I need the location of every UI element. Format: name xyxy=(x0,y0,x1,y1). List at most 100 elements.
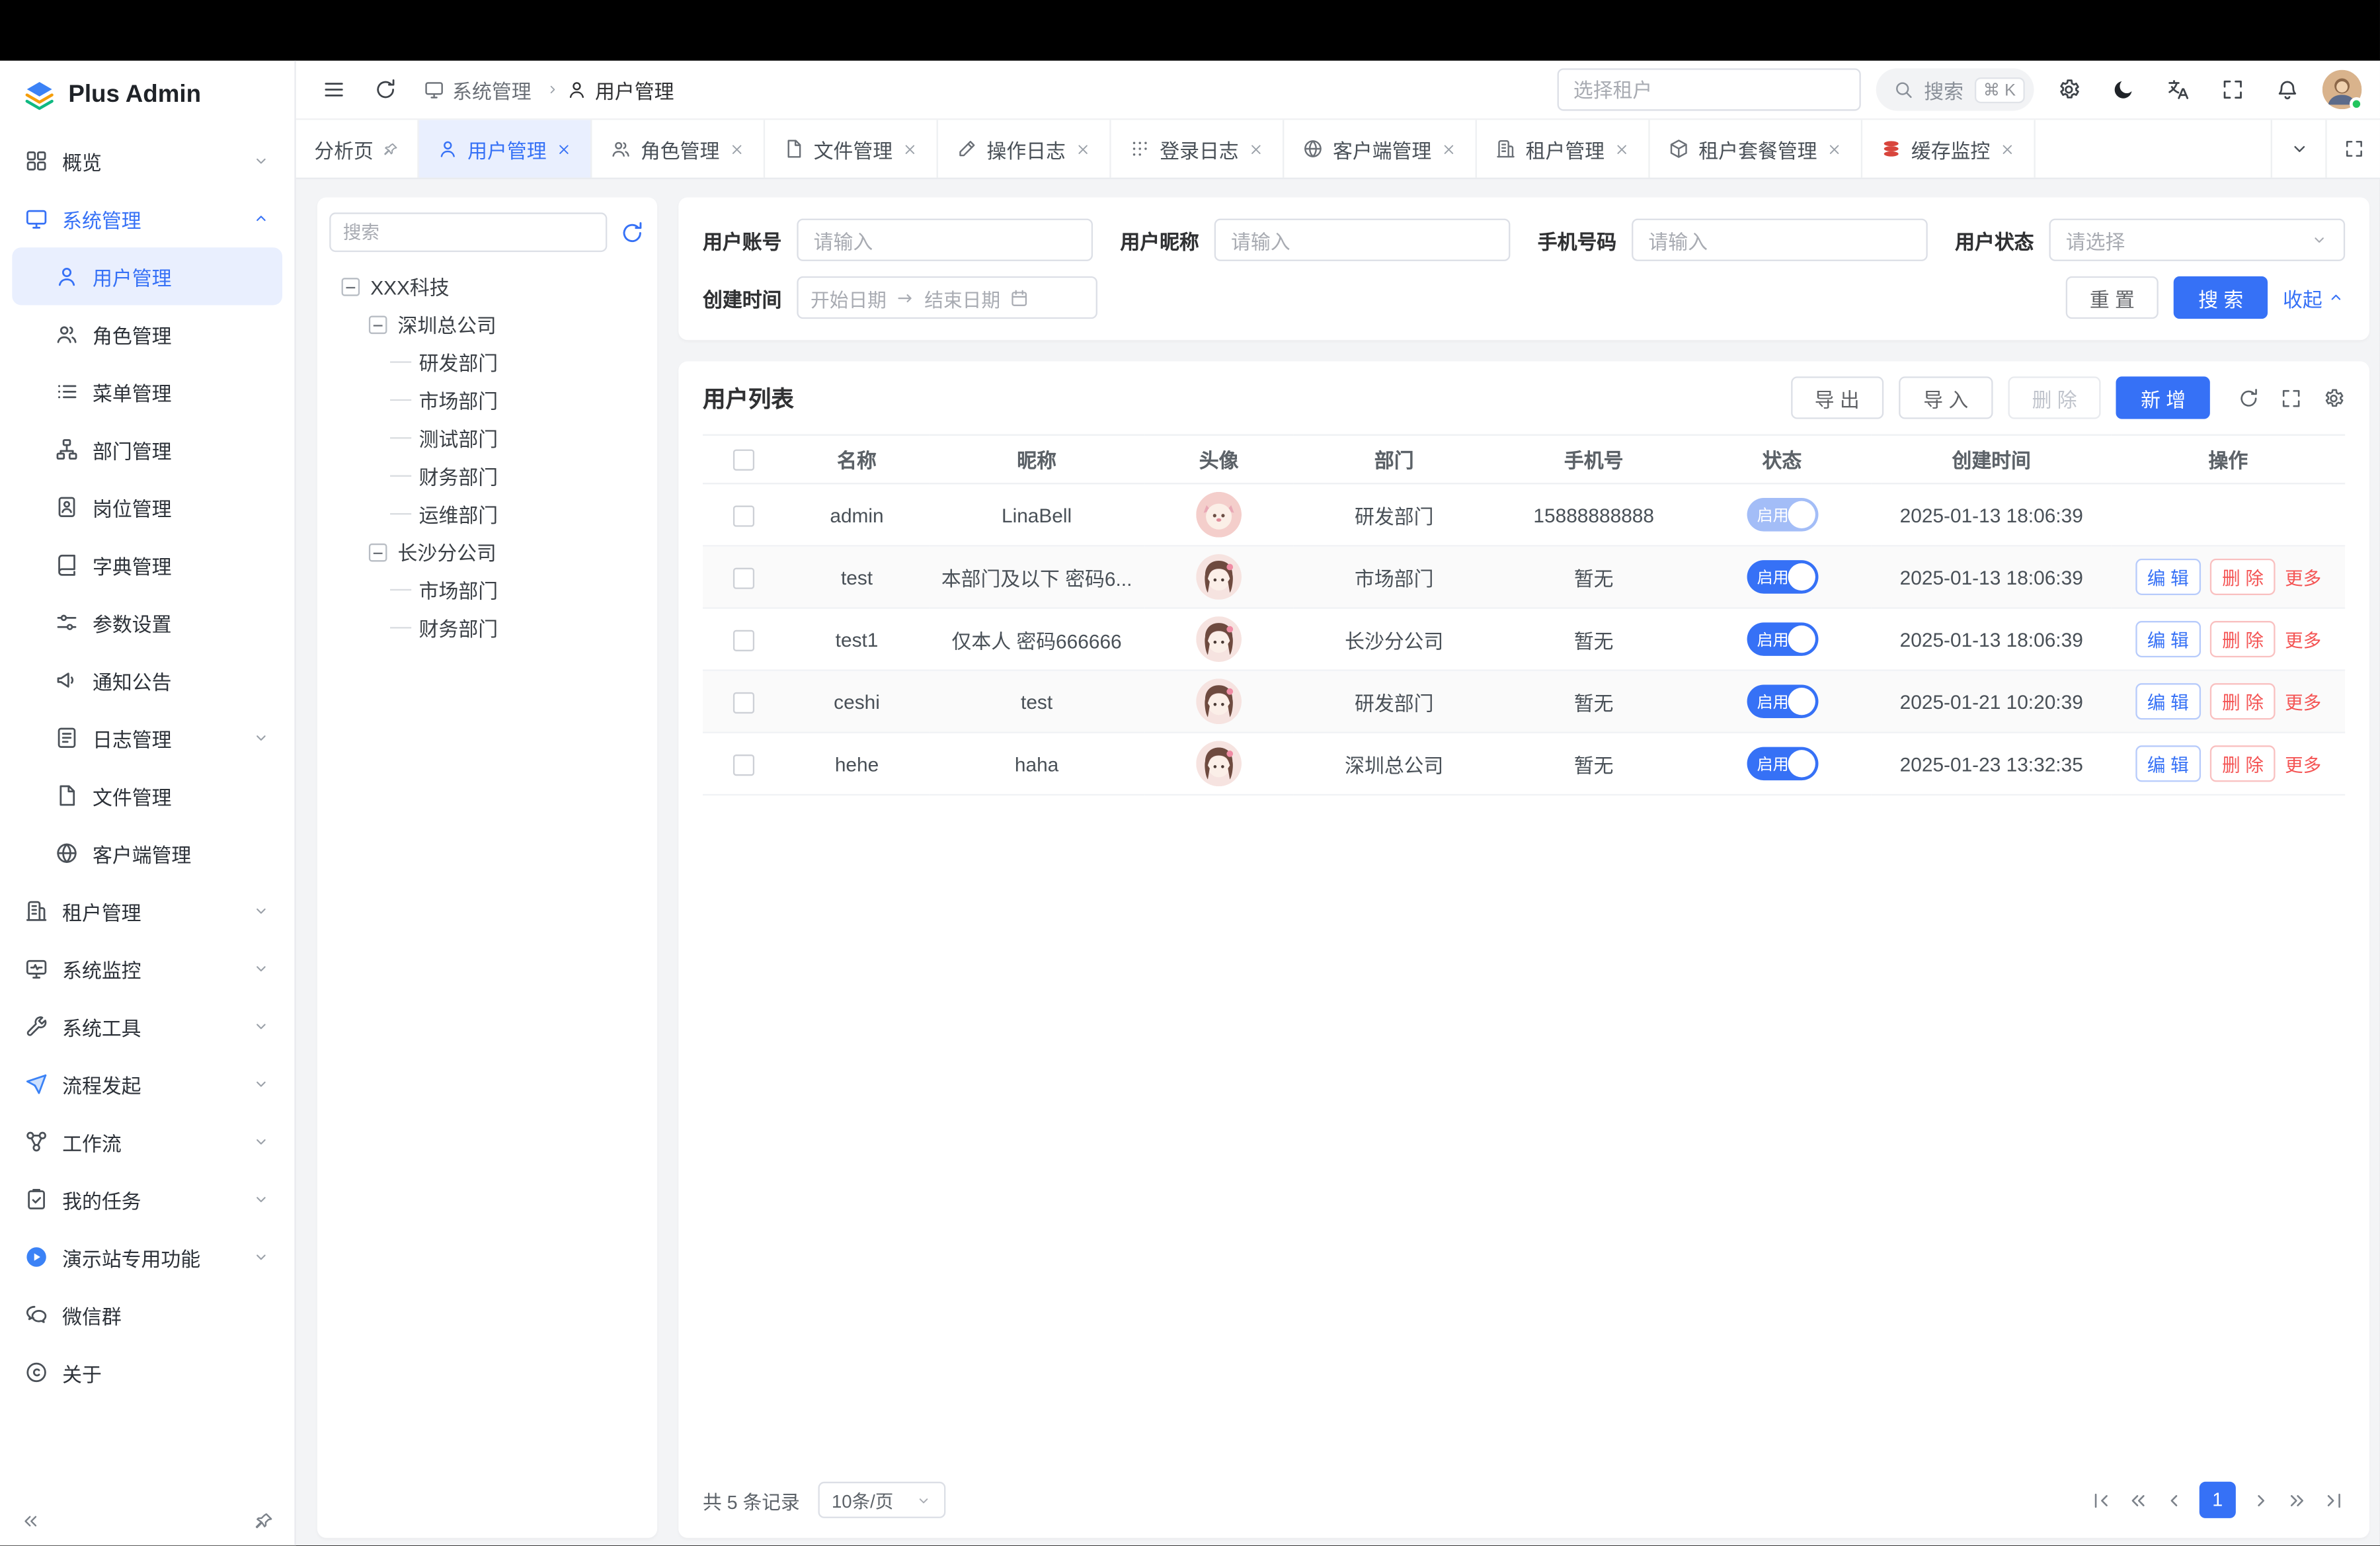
tree-refresh-icon[interactable] xyxy=(619,220,645,245)
filter-input[interactable]: 请输入 xyxy=(1214,219,1511,261)
close-tab-icon[interactable] xyxy=(1826,140,1843,157)
more-button[interactable]: 更多 xyxy=(2285,688,2321,714)
tree-node[interactable]: 财务部门 xyxy=(329,609,645,647)
user-avatar[interactable] xyxy=(2322,70,2362,110)
delete-button[interactable]: 删 除 xyxy=(2210,745,2276,782)
first-page-icon[interactable] xyxy=(2090,1488,2112,1511)
sidebar-item[interactable]: 字典管理 xyxy=(12,536,282,593)
global-search[interactable]: 搜索 ⌘ K xyxy=(1876,68,2034,110)
sidebar-item[interactable]: 通知公告 xyxy=(12,651,282,709)
sidebar-item[interactable]: 系统工具 xyxy=(12,997,282,1055)
delete-button[interactable]: 删 除 xyxy=(2210,621,2276,657)
date-range-input[interactable]: 开始日期 结束日期 xyxy=(797,276,1097,319)
theme-toggle-button[interactable] xyxy=(2104,70,2143,110)
notifications-button[interactable] xyxy=(2268,70,2307,110)
tenant-select-input[interactable] xyxy=(1557,68,1860,110)
sidebar-item[interactable]: 参数设置 xyxy=(12,594,282,651)
more-button[interactable]: 更多 xyxy=(2285,564,2321,590)
status-toggle[interactable]: 启用 xyxy=(1746,560,1817,594)
close-tab-icon[interactable] xyxy=(1614,140,1630,157)
last-page-icon[interactable] xyxy=(2322,1488,2345,1511)
delete-button[interactable]: 删 除 xyxy=(2210,559,2276,595)
sidebar-item[interactable]: 概览 xyxy=(12,132,282,190)
sidebar-item[interactable]: 部门管理 xyxy=(12,421,282,478)
tree-node[interactable]: 深圳总公司 xyxy=(329,305,645,343)
filter-input[interactable]: 请输入 xyxy=(1632,219,1928,261)
sidebar-item[interactable]: 微信群 xyxy=(12,1286,282,1344)
tree-node[interactable]: 测试部门 xyxy=(329,419,645,457)
export-button[interactable]: 导 出 xyxy=(1790,376,1884,419)
tab[interactable]: 分析页 xyxy=(296,120,419,177)
tab-list-dropdown-button[interactable] xyxy=(2271,120,2326,177)
pin-sidebar-icon[interactable] xyxy=(253,1510,274,1531)
row-checkbox[interactable] xyxy=(733,505,754,526)
prev-5-pages-icon[interactable] xyxy=(2127,1488,2149,1511)
tree-node[interactable]: 运维部门 xyxy=(329,495,645,532)
current-page[interactable]: 1 xyxy=(2200,1482,2236,1518)
prev-page-icon[interactable] xyxy=(2163,1488,2186,1511)
row-checkbox[interactable] xyxy=(733,754,754,776)
status-toggle[interactable]: 启用 xyxy=(1746,747,1817,781)
refresh-page-button[interactable] xyxy=(366,70,405,110)
close-tab-icon[interactable] xyxy=(1441,140,1457,157)
sidebar-item[interactable]: 客户端管理 xyxy=(12,825,282,882)
close-tab-icon[interactable] xyxy=(902,140,918,157)
table-fullscreen-icon[interactable] xyxy=(2280,386,2302,409)
content-fullscreen-button[interactable] xyxy=(2325,120,2380,177)
sidebar-item[interactable]: 演示站专用功能 xyxy=(12,1228,282,1285)
status-toggle[interactable]: 启用 xyxy=(1746,622,1817,656)
tab[interactable]: 操作日志 xyxy=(938,120,1111,177)
close-tab-icon[interactable] xyxy=(555,140,572,157)
tree-collapse-icon[interactable] xyxy=(369,543,387,561)
language-button[interactable] xyxy=(2159,70,2198,110)
reset-button[interactable]: 重 置 xyxy=(2065,276,2159,319)
more-button[interactable]: 更多 xyxy=(2285,751,2321,776)
sidebar-item[interactable]: 岗位管理 xyxy=(12,478,282,536)
edit-button[interactable]: 编 辑 xyxy=(2135,745,2202,782)
more-button[interactable]: 更多 xyxy=(2285,626,2321,652)
sidebar-item[interactable]: 租户管理 xyxy=(12,882,282,940)
search-button[interactable]: 搜 索 xyxy=(2174,276,2268,319)
refresh-table-icon[interactable] xyxy=(2237,386,2260,409)
tree-node[interactable]: 市场部门 xyxy=(329,571,645,608)
tree-node[interactable]: XXX科技 xyxy=(329,267,645,305)
breadcrumb-item[interactable]: 系统管理 xyxy=(424,75,561,104)
collapse-sidebar-icon[interactable] xyxy=(20,1510,41,1531)
sidebar-item[interactable]: 菜单管理 xyxy=(12,363,282,421)
tree-node[interactable]: 市场部门 xyxy=(329,381,645,419)
add-user-button[interactable]: 新 增 xyxy=(2116,376,2209,419)
tab[interactable]: 租户套餐管理 xyxy=(1650,120,1862,177)
row-checkbox[interactable] xyxy=(733,630,754,651)
filter-input[interactable]: 请选择 xyxy=(2049,219,2346,261)
sidebar-item[interactable]: 角色管理 xyxy=(12,305,282,362)
tree-node[interactable]: 研发部门 xyxy=(329,343,645,381)
sidebar-item[interactable]: 关于 xyxy=(12,1344,282,1401)
sidebar-item[interactable]: 流程发起 xyxy=(12,1055,282,1113)
tab[interactable]: 客户端管理 xyxy=(1285,120,1478,177)
row-checkbox[interactable] xyxy=(733,567,754,589)
sidebar-item[interactable]: 用户管理 xyxy=(12,247,282,305)
menu-toggle-button[interactable] xyxy=(314,70,354,110)
sidebar-item[interactable]: 系统管理 xyxy=(12,190,282,247)
tab[interactable]: 用户管理 xyxy=(419,120,592,177)
close-tab-icon[interactable] xyxy=(1248,140,1264,157)
tree-collapse-icon[interactable] xyxy=(342,277,360,296)
select-all-checkbox[interactable] xyxy=(733,450,754,471)
tab[interactable]: 角色管理 xyxy=(592,120,765,177)
tree-node[interactable]: 长沙分公司 xyxy=(329,533,645,571)
tree-node[interactable]: 财务部门 xyxy=(329,457,645,495)
filter-input[interactable]: 请输入 xyxy=(797,219,1093,261)
tab[interactable]: 缓存监控 xyxy=(1862,120,2036,177)
close-tab-icon[interactable] xyxy=(1075,140,1091,157)
sidebar-item[interactable]: 系统监控 xyxy=(12,940,282,997)
close-tab-icon[interactable] xyxy=(729,140,745,157)
sidebar-item[interactable]: 我的任务 xyxy=(12,1170,282,1228)
tab[interactable]: 文件管理 xyxy=(765,120,938,177)
delete-button[interactable]: 删 除 xyxy=(2210,683,2276,719)
sidebar-item[interactable]: 文件管理 xyxy=(12,766,282,824)
tab[interactable]: 租户管理 xyxy=(1477,120,1650,177)
import-button[interactable]: 导 入 xyxy=(1899,376,1992,419)
edit-button[interactable]: 编 辑 xyxy=(2135,621,2202,657)
sidebar-item[interactable]: 日志管理 xyxy=(12,709,282,766)
edit-button[interactable]: 编 辑 xyxy=(2135,683,2202,719)
